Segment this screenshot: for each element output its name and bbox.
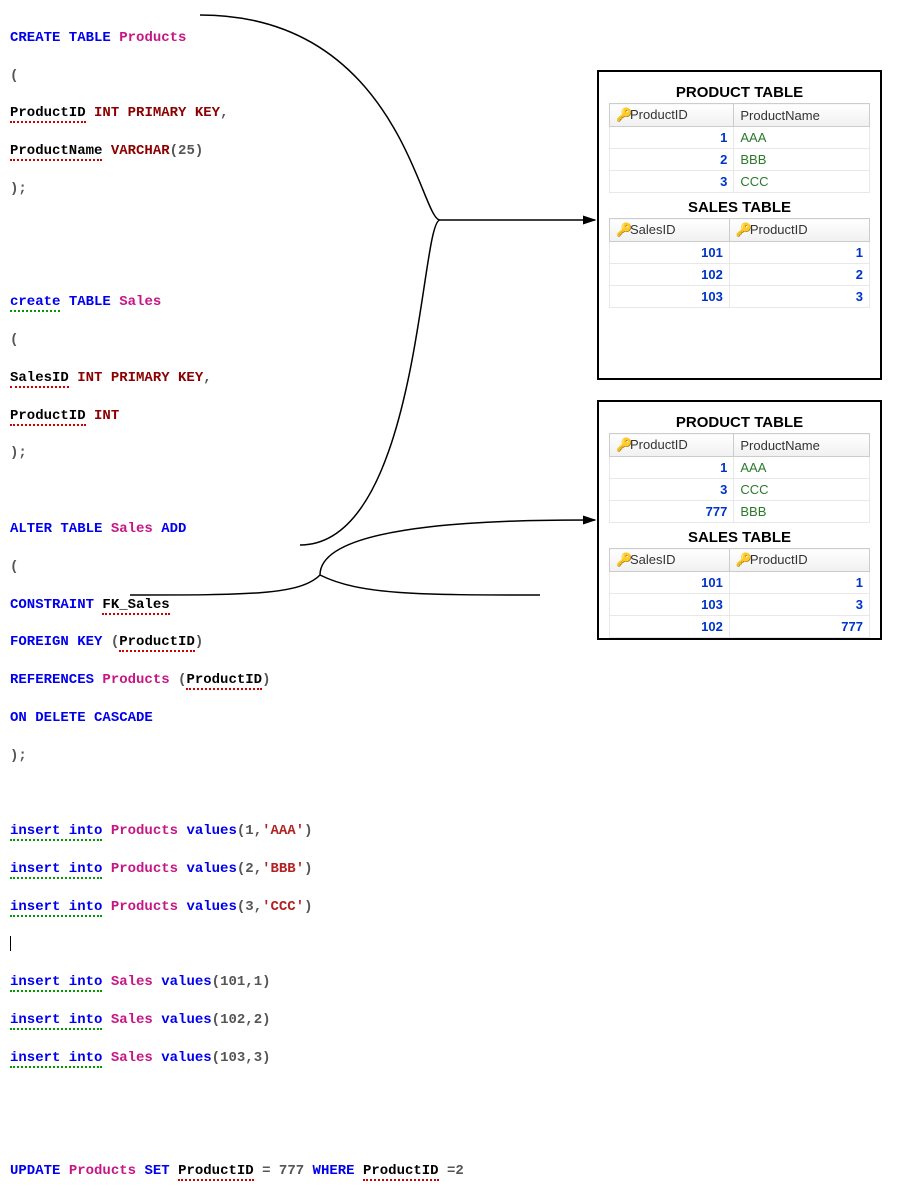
key-icon: 🔑	[616, 222, 628, 238]
sales-table-title: SALES TABLE	[609, 199, 870, 216]
before-results-panel: PRODUCT TABLE 🔑ProductID ProductName 1AA…	[597, 70, 882, 380]
key-icon: 🔑	[736, 552, 748, 568]
col-header: ProductName	[734, 434, 870, 457]
col-header: ProductName	[734, 104, 870, 127]
product-table-title: PRODUCT TABLE	[609, 414, 870, 431]
key-icon: 🔑	[616, 552, 628, 568]
sales-table-before: 🔑SalesID 🔑ProductID 1011 1022 1033	[609, 218, 870, 308]
product-table-before: 🔑ProductID ProductName 1AAA 2BBB 3CCC	[609, 103, 870, 193]
product-table-after: 🔑ProductID ProductName 1AAA 3CCC 777BBB	[609, 433, 870, 523]
sql-code-block: CREATE TABLE Products ( ProductID INT PR…	[10, 10, 570, 1200]
table-row: 3CCC	[610, 479, 870, 501]
table-row: 2BBB	[610, 149, 870, 171]
table-row: 1AAA	[610, 127, 870, 149]
col-header: 🔑ProductID	[610, 104, 734, 127]
after-results-panel: PRODUCT TABLE 🔑ProductID ProductName 1AA…	[597, 400, 882, 640]
col-header: 🔑ProductID	[729, 549, 869, 572]
table-row: 1011	[610, 242, 870, 264]
table-row: 1011	[610, 572, 870, 594]
product-table-title: PRODUCT TABLE	[609, 84, 870, 101]
table-row: 3CCC	[610, 171, 870, 193]
sales-table-after: 🔑SalesID 🔑ProductID 1011 1033 102777	[609, 548, 870, 638]
key-icon: 🔑	[616, 107, 628, 123]
key-icon: 🔑	[616, 437, 628, 453]
col-header: 🔑SalesID	[610, 549, 730, 572]
table-row: 1AAA	[610, 457, 870, 479]
table-row: 102777	[610, 616, 870, 638]
col-header: 🔑ProductID	[610, 434, 734, 457]
text-cursor	[10, 936, 11, 951]
col-header: 🔑SalesID	[610, 219, 730, 242]
table-row: 1022	[610, 264, 870, 286]
col-header: 🔑ProductID	[729, 219, 869, 242]
table-row: 1033	[610, 286, 870, 308]
table-row: 777BBB	[610, 501, 870, 523]
table-row: 1033	[610, 594, 870, 616]
key-icon: 🔑	[736, 222, 748, 238]
sales-table-title: SALES TABLE	[609, 529, 870, 546]
